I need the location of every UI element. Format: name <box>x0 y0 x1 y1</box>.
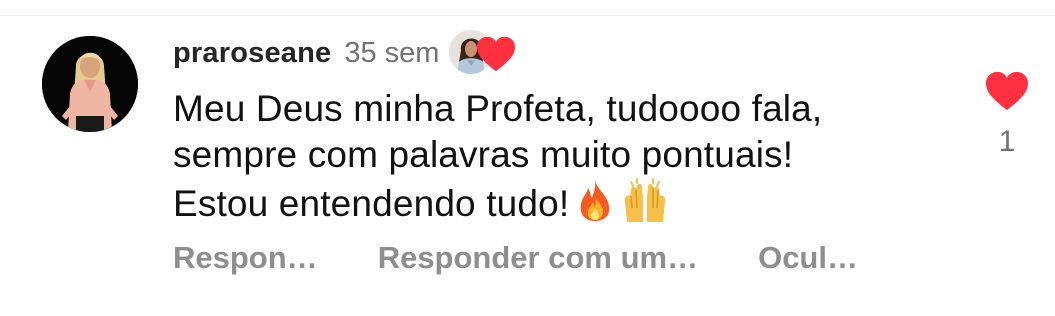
fire-emoji <box>580 180 610 221</box>
timestamp[interactable]: 35 sem <box>344 37 439 70</box>
like-count[interactable]: 1 <box>982 125 1032 159</box>
comment-line-last: Estou entendendo tudo! <box>173 178 953 227</box>
comment-meta: praroseane 35 sem <box>173 30 953 76</box>
heart-icon[interactable] <box>984 70 1030 112</box>
comment-text: Meu Deus minha Profeta, tudoooo fala, se… <box>173 86 953 227</box>
raising-hands-emoji <box>625 178 666 222</box>
avatar-photo <box>42 36 138 132</box>
top-divider <box>0 15 1055 16</box>
like-column: 1 <box>982 70 1032 159</box>
creator-liked-badge <box>449 30 516 76</box>
comment-line: Meu Deus minha Profeta, tudoooo fala, <box>173 88 823 129</box>
heart-icon <box>477 36 516 72</box>
username[interactable]: praroseane <box>173 37 331 70</box>
reply-button[interactable]: Respon… <box>173 240 318 276</box>
reply-with-button[interactable]: Responder com um… <box>378 240 698 276</box>
avatar[interactable] <box>42 36 138 132</box>
comment-line-text: Estou entendendo tudo! <box>173 183 570 224</box>
comment-line: sempre com palavras muito pontuais! <box>173 134 794 175</box>
comment-body: praroseane 35 sem Meu Deus minha Profeta… <box>173 30 953 227</box>
hide-button[interactable]: Ocul… <box>758 240 858 276</box>
comment-actions: Respon… Responder com um… Ocul… <box>173 240 858 276</box>
